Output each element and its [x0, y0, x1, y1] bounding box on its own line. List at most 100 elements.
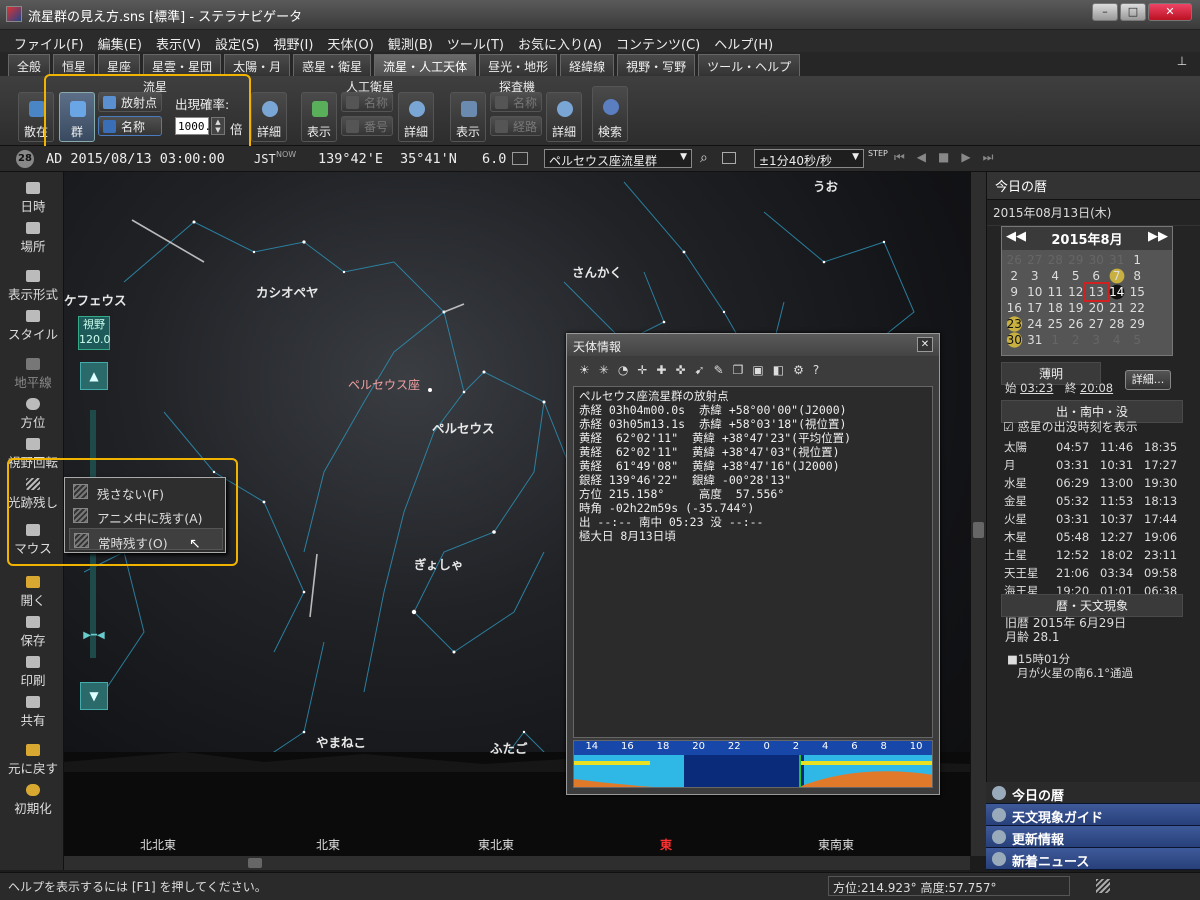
- planet-rise-checkbox[interactable]: ☑ 惑星の出没時刻を表示: [1003, 418, 1138, 435]
- menu-edit[interactable]: 編集(E): [98, 34, 142, 53]
- tab-stars[interactable]: 恒星: [53, 54, 96, 76]
- calendar-day[interactable]: 3: [1086, 332, 1107, 348]
- star-icon[interactable]: ✳: [599, 363, 609, 379]
- twilight-detail-button[interactable]: 詳細...: [1125, 370, 1171, 390]
- calendar-day[interactable]: 9: [1004, 284, 1025, 300]
- crosshair-icon[interactable]: ✛: [637, 363, 647, 379]
- calendar-day[interactable]: 7: [1106, 268, 1127, 284]
- calendar-day[interactable]: 11: [1045, 284, 1066, 300]
- limiting-magnitude[interactable]: 6.0: [482, 151, 506, 167]
- link-updates[interactable]: 更新情報: [986, 826, 1200, 848]
- calendar-day[interactable]: 4: [1107, 332, 1128, 348]
- calendar-day[interactable]: 17: [1025, 300, 1046, 316]
- probe-name-button[interactable]: 名称: [490, 92, 542, 112]
- datetime-display[interactable]: AD 2015/08/13 03:00:00: [46, 151, 225, 167]
- info-close-button[interactable]: ✕: [917, 337, 933, 352]
- keyboard-icon[interactable]: [512, 152, 528, 165]
- link-today-calendar[interactable]: 今日の暦: [986, 782, 1200, 804]
- prev-year-button[interactable]: ◀◀: [1006, 229, 1026, 248]
- direction-button[interactable]: 方位: [4, 398, 62, 431]
- list-icon[interactable]: [722, 152, 736, 164]
- probe-show-button[interactable]: 表示: [450, 92, 486, 142]
- meteor-detail-button[interactable]: 詳細: [251, 92, 287, 142]
- calendar-day[interactable]: 29: [1127, 316, 1148, 332]
- open-button[interactable]: 開く: [4, 576, 62, 609]
- zoom-in-button[interactable]: ▲: [80, 362, 108, 390]
- close-button[interactable]: ✕: [1148, 3, 1192, 21]
- help-icon[interactable]: ?: [813, 363, 819, 379]
- calendar-day[interactable]: 31: [1107, 252, 1128, 268]
- display-mode-button[interactable]: 表示形式: [4, 270, 62, 303]
- tab-nebulae[interactable]: 星雲・星団: [143, 54, 222, 76]
- calendar-day[interactable]: 21: [1107, 300, 1128, 316]
- tab-meteors[interactable]: 流星・人工天体: [374, 54, 477, 76]
- calendar-day[interactable]: 29: [1066, 252, 1087, 268]
- calendar-day[interactable]: 16: [1004, 300, 1025, 316]
- longitude-display[interactable]: 139°42'E: [318, 151, 383, 167]
- tab-daylight[interactable]: 昼光・地形: [479, 54, 558, 76]
- undo-button[interactable]: 元に戻す: [4, 744, 62, 777]
- satellite-number-button[interactable]: 番号: [341, 116, 393, 136]
- minimize-button[interactable]: –: [1092, 3, 1118, 21]
- menu-favorites[interactable]: お気に入り(A): [518, 34, 602, 53]
- style-button[interactable]: スタイル: [4, 310, 62, 343]
- save-button[interactable]: 保存: [4, 616, 62, 649]
- panel-icon[interactable]: ◧: [773, 363, 784, 379]
- hscroll-thumb[interactable]: [248, 858, 262, 868]
- pencil-icon[interactable]: ✎: [714, 363, 724, 379]
- crosshair-plus-icon[interactable]: ✚: [656, 363, 666, 379]
- calendar-day[interactable]: 26: [1066, 316, 1087, 332]
- reset-button[interactable]: 初期化: [4, 784, 62, 817]
- calendar-day[interactable]: 4: [1045, 268, 1066, 284]
- now-icon[interactable]: NOW: [276, 150, 296, 159]
- calendar-day[interactable]: 28: [1107, 316, 1128, 332]
- timezone[interactable]: JST: [254, 152, 276, 166]
- maximize-button[interactable]: □: [1120, 3, 1146, 21]
- calendar-day[interactable]: 6: [1086, 268, 1107, 284]
- playback-controls[interactable]: ⏮◀■▶⏭: [894, 150, 1005, 165]
- calendar-day[interactable]: 20: [1086, 300, 1107, 316]
- sun-icon[interactable]: ☀: [579, 363, 590, 379]
- calendar-day[interactable]: 8: [1127, 268, 1148, 284]
- calendar-day[interactable]: 25: [1045, 316, 1066, 332]
- location-button[interactable]: 場所: [4, 222, 62, 255]
- info-window-titlebar[interactable]: 天体情報: [567, 334, 939, 356]
- planet-icon[interactable]: ◔: [618, 363, 628, 379]
- menu-observe[interactable]: 観測(B): [388, 34, 433, 53]
- label-perseus-radiant[interactable]: ペルセウス座: [348, 376, 420, 393]
- step-icon[interactable]: STEP: [868, 149, 888, 158]
- menu-settings[interactable]: 設定(S): [215, 34, 259, 53]
- calendar-day[interactable]: 1: [1127, 252, 1148, 268]
- menu-contents[interactable]: コンテンツ(C): [616, 34, 700, 53]
- window-icon[interactable]: ❐: [733, 363, 744, 379]
- tab-sun-moon[interactable]: 太陽・月: [224, 54, 291, 76]
- menu-help[interactable]: ヘルプ(H): [714, 34, 773, 53]
- gear-icon[interactable]: ⚙: [793, 363, 804, 379]
- share-button[interactable]: 共有: [4, 696, 62, 729]
- link-phenomena-guide[interactable]: 天文現象ガイド: [986, 804, 1200, 826]
- pointer-icon[interactable]: ➹: [695, 363, 705, 379]
- latitude-display[interactable]: 35°41'N: [400, 151, 457, 167]
- tab-fov[interactable]: 視野・写野: [617, 54, 696, 76]
- search-icon[interactable]: ⌕: [700, 150, 708, 166]
- tab-general[interactable]: 全般: [8, 54, 51, 76]
- menu-objects[interactable]: 天体(O): [327, 34, 373, 53]
- sky-horizontal-scrollbar[interactable]: [64, 856, 970, 870]
- calendar-day[interactable]: 19: [1066, 300, 1087, 316]
- probe-path-button[interactable]: 経路: [490, 116, 542, 136]
- tab-grid[interactable]: 経緯線: [560, 54, 615, 76]
- calendar-day[interactable]: 24: [1025, 316, 1046, 332]
- horizon-button[interactable]: 地平線: [4, 358, 62, 391]
- menu-tools[interactable]: ツール(T): [447, 34, 504, 53]
- satellite-name-button[interactable]: 名称: [341, 92, 393, 112]
- calendar-day[interactable]: 23: [1004, 316, 1025, 332]
- datetime-button[interactable]: 日時: [4, 182, 62, 215]
- menu-view[interactable]: 表示(V): [156, 34, 201, 53]
- satellite-detail-button[interactable]: 詳細: [398, 92, 434, 142]
- calendar-day[interactable]: 18: [1045, 300, 1066, 316]
- sky-vertical-scrollbar[interactable]: [970, 172, 986, 856]
- calendar-day[interactable]: 2: [1066, 332, 1087, 348]
- fov-slider-handle[interactable]: ▶━◀: [74, 630, 114, 642]
- calendar-day[interactable]: 1: [1045, 332, 1066, 348]
- menu-file[interactable]: ファイル(F): [14, 34, 84, 53]
